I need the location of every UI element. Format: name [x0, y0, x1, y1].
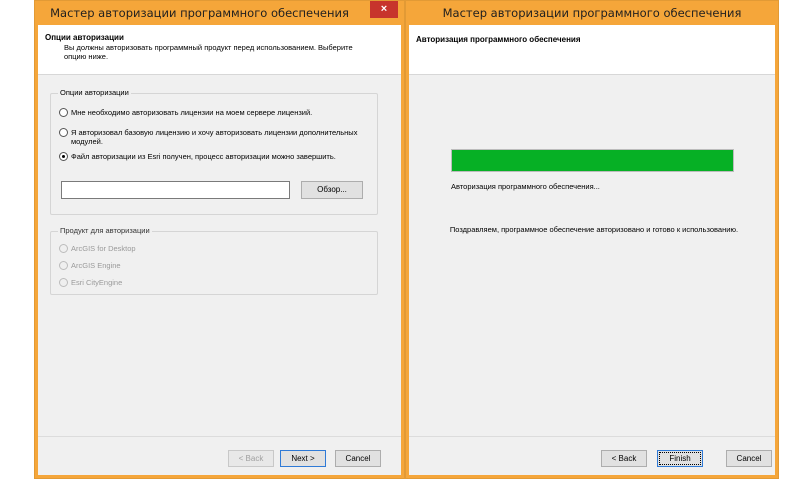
radio-label: Esri CityEngine	[71, 278, 123, 287]
wizard-client-area: Опции авторизации Вы должны авторизовать…	[38, 25, 401, 475]
radio-icon[interactable]	[59, 108, 68, 117]
page-title: Авторизация программного обеспечения	[416, 35, 581, 44]
wizard-client-area: Авторизация программного обеспечения Авт…	[409, 25, 775, 475]
close-icon[interactable]: ×	[370, 1, 398, 18]
radio-icon	[59, 278, 68, 287]
page-title: Опции авторизации	[45, 33, 124, 42]
cancel-button[interactable]: Cancel	[726, 450, 772, 467]
authorization-file-path-input[interactable]	[61, 181, 290, 199]
radio-label: Мне необходимо авторизовать лицензии на …	[71, 108, 313, 117]
page-subtitle: Вы должны авторизовать программный проду…	[64, 43, 353, 61]
next-button[interactable]: Next >	[280, 450, 326, 467]
wizard-footer: < Back Next > Cancel	[38, 437, 401, 475]
back-button[interactable]: < Back	[228, 450, 274, 467]
status-text: Авторизация программного обеспечения...	[451, 182, 600, 191]
authorization-options-legend: Опции авторизации	[58, 88, 131, 97]
title-bar[interactable]: Мастер авторизации программного обеспече…	[406, 1, 778, 25]
radio-icon	[59, 261, 68, 270]
authorization-wizard-window-progress: Мастер авторизации программного обеспече…	[405, 0, 779, 479]
progress-bar	[451, 149, 734, 172]
progress-fill	[452, 150, 733, 171]
radio-label: ArcGIS for Desktop	[71, 244, 136, 253]
radio-icon	[59, 244, 68, 253]
radio-label: ArcGIS Engine	[71, 261, 121, 270]
back-button[interactable]: < Back	[601, 450, 647, 467]
radio-checked-icon[interactable]	[59, 152, 68, 161]
window-title: Мастер авторизации программного обеспече…	[50, 6, 349, 20]
radio-label: Я авторизовал базовую лицензию и хочу ав…	[71, 128, 358, 146]
authorization-wizard-window-options: Мастер авторизации программного обеспече…	[34, 0, 405, 479]
cancel-button[interactable]: Cancel	[335, 450, 381, 467]
product-legend: Продукт для авторизации	[58, 226, 152, 235]
product-group: Продукт для авторизации ArcGIS for Deskt…	[50, 226, 378, 295]
finish-button[interactable]: Finish	[657, 450, 703, 467]
title-bar[interactable]: Мастер авторизации программного обеспече…	[35, 1, 404, 25]
window-title: Мастер авторизации программного обеспече…	[442, 6, 742, 20]
radio-label: Файл авторизации из Esri получен, процес…	[71, 152, 336, 161]
radio-icon[interactable]	[59, 128, 68, 137]
success-message: Поздравляем, программное обеспечение авт…	[449, 225, 739, 234]
wizard-header: Опции авторизации Вы должны авторизовать…	[38, 25, 401, 75]
browse-button[interactable]: Обзор...	[301, 181, 363, 199]
wizard-footer: < Back Finish Cancel	[409, 437, 775, 475]
wizard-header: Авторизация программного обеспечения	[409, 25, 775, 75]
